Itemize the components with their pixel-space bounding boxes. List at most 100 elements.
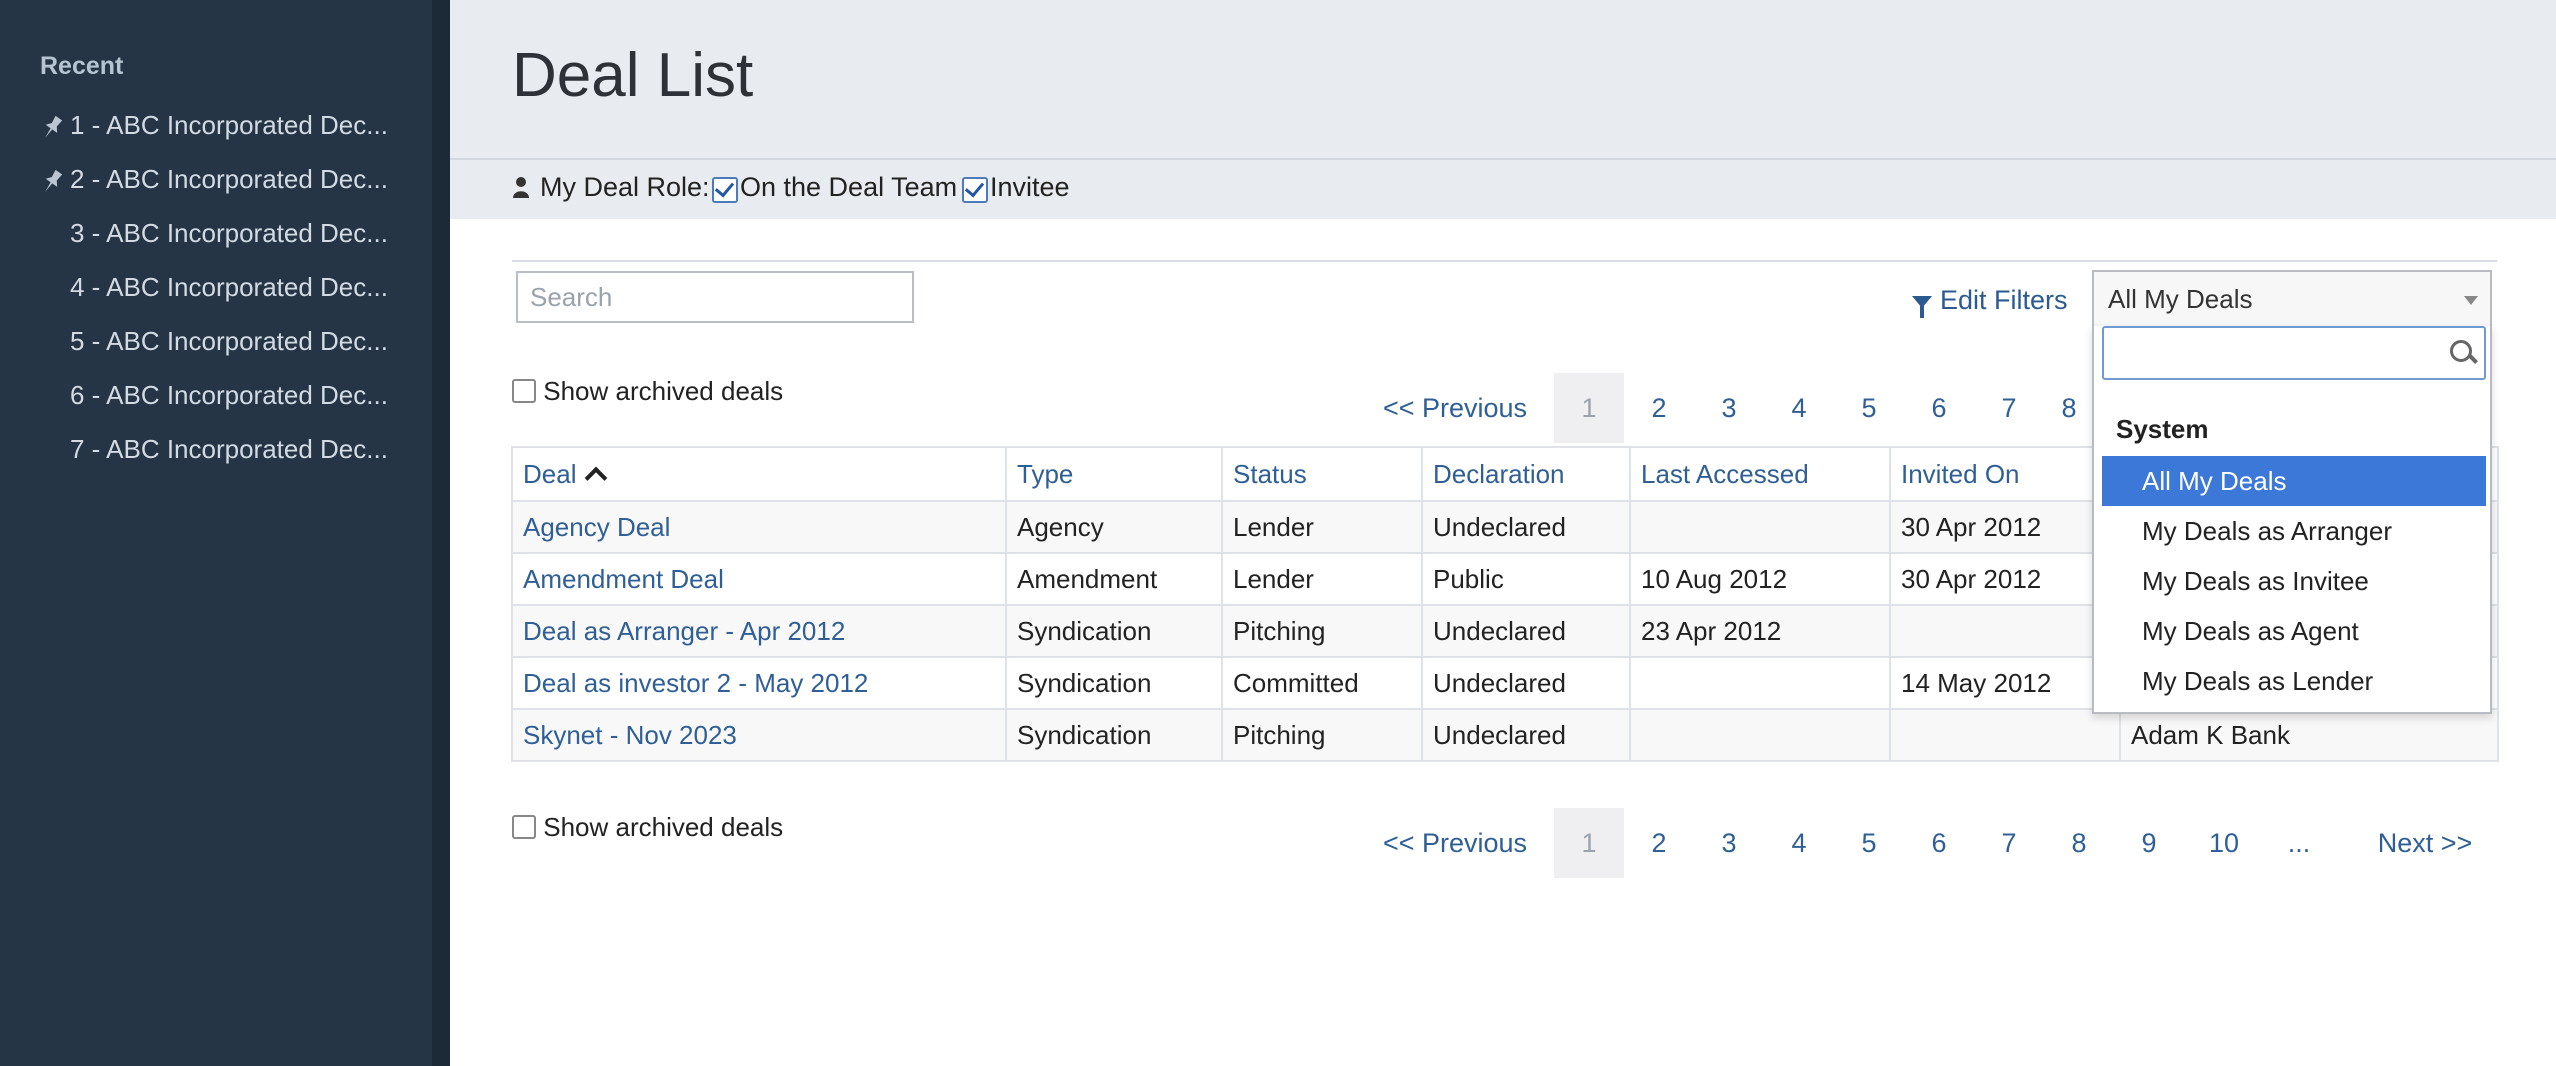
recent-item-label: 4 - ABC Incorporated Dec...: [70, 272, 388, 302]
deal-link[interactable]: Amendment Deal: [511, 552, 1007, 606]
deal-view-selected: All My Deals: [2108, 284, 2253, 314]
sidebar-edge: [432, 0, 450, 1066]
dropdown-option-lender[interactable]: My Deals as Lender: [2102, 656, 2486, 706]
prev-page-link[interactable]: << Previous: [1380, 373, 1530, 443]
dropdown-group-label: System: [2116, 414, 2209, 444]
recent-item-3[interactable]: 3 - ABC Incorporated Dec...: [40, 218, 420, 258]
page-link-7[interactable]: 7: [1974, 808, 2044, 878]
recent-item-label: 2 - ABC Incorporated Dec...: [70, 164, 388, 194]
search-input[interactable]: [516, 271, 914, 323]
recent-item-2[interactable]: 2 - ABC Incorporated Dec...: [40, 164, 420, 204]
deal-link[interactable]: Deal as Arranger - Apr 2012: [511, 604, 1007, 658]
status-cell: Committed: [1221, 656, 1423, 710]
deal-view-select[interactable]: All My Deals: [2092, 270, 2492, 326]
status-cell: Lender: [1221, 500, 1423, 554]
show-archived-checkbox[interactable]: [512, 815, 536, 839]
pagination-ellipsis: ...: [2287, 828, 2311, 858]
status-cell: Pitching: [1221, 708, 1423, 762]
column-header-last-accessed[interactable]: Last Accessed: [1629, 446, 1891, 502]
edit-filters-button[interactable]: Edit Filters: [1912, 285, 2068, 318]
page-link-10[interactable]: 10: [2184, 808, 2264, 878]
dropdown-option-agent[interactable]: My Deals as Agent: [2102, 606, 2486, 656]
page-link-3[interactable]: 3: [1694, 808, 1764, 878]
filter-icon: [1912, 295, 1932, 318]
search-icon: [2450, 340, 2472, 362]
recent-item-4[interactable]: 4 - ABC Incorporated Dec...: [40, 272, 420, 312]
invitee-label: Invitee: [990, 172, 1070, 202]
column-header-type[interactable]: Type: [1005, 446, 1223, 502]
header-divider: [450, 158, 2556, 160]
show-archived-checkbox[interactable]: [512, 379, 536, 403]
dropdown-option-all-my-deals[interactable]: All My Deals: [2102, 456, 2486, 506]
page-link-6[interactable]: 6: [1904, 373, 1974, 443]
deal-link[interactable]: Skynet - Nov 2023: [511, 708, 1007, 762]
declaration-cell: Undeclared: [1421, 500, 1631, 554]
prev-page-link[interactable]: << Previous: [1380, 808, 1530, 878]
page-link-1[interactable]: 1: [1554, 808, 1624, 878]
next-page-link[interactable]: Next >>: [2360, 808, 2490, 878]
dropdown-option-invitee[interactable]: My Deals as Invitee: [2102, 556, 2486, 606]
type-cell: Agency: [1005, 500, 1223, 554]
recent-item-label: 7 - ABC Incorporated Dec...: [70, 434, 388, 464]
page-link-9[interactable]: 9: [2114, 808, 2184, 878]
dropdown-search-input[interactable]: [2102, 326, 2486, 380]
page-link-8[interactable]: 8: [2044, 808, 2114, 878]
show-archived-label: Show archived deals: [543, 812, 784, 842]
sort-ascending-icon: [585, 466, 608, 489]
page-link-7[interactable]: 7: [1974, 373, 2044, 443]
last-accessed-cell: [1629, 656, 1891, 710]
user-icon: [513, 177, 529, 198]
last-accessed-cell: [1629, 500, 1891, 554]
recent-item-1[interactable]: 1 - ABC Incorporated Dec...: [40, 110, 420, 150]
recent-item-7[interactable]: 7 - ABC Incorporated Dec...: [40, 434, 420, 474]
show-archived-label: Show archived deals: [543, 376, 784, 406]
edit-filters-label: Edit Filters: [1940, 285, 2068, 315]
recent-heading: Recent: [40, 52, 124, 80]
type-cell: Syndication: [1005, 604, 1223, 658]
status-cell: Pitching: [1221, 604, 1423, 658]
page-link-6[interactable]: 6: [1904, 808, 1974, 878]
invited-on-cell: 30 Apr 2012: [1889, 552, 2121, 606]
declaration-cell: Public: [1421, 552, 1631, 606]
page-link-3[interactable]: 3: [1694, 373, 1764, 443]
column-header-declaration[interactable]: Declaration: [1421, 446, 1631, 502]
status-cell: Lender: [1221, 552, 1423, 606]
declaration-cell: Undeclared: [1421, 708, 1631, 762]
invited-on-cell: [1889, 708, 2121, 762]
recent-item-label: 3 - ABC Incorporated Dec...: [70, 218, 388, 248]
invited-on-cell: [1889, 604, 2121, 658]
recent-item-5[interactable]: 5 - ABC Incorporated Dec...: [40, 326, 420, 366]
recent-item-label: 1 - ABC Incorporated Dec...: [70, 110, 388, 140]
toolbar-divider: [512, 260, 2497, 262]
page-link-5[interactable]: 5: [1834, 808, 1904, 878]
declaration-cell: Undeclared: [1421, 604, 1631, 658]
column-header-invited-on[interactable]: Invited On: [1889, 446, 2121, 502]
invited-on-cell: 30 Apr 2012: [1889, 500, 2121, 554]
page-link-2[interactable]: 2: [1624, 373, 1694, 443]
declaration-cell: Undeclared: [1421, 656, 1631, 710]
page-link-8[interactable]: 8: [2044, 373, 2094, 443]
recent-item-label: 5 - ABC Incorporated Dec...: [70, 326, 388, 356]
page-link-1[interactable]: 1: [1554, 373, 1624, 443]
page-title: Deal List: [512, 41, 754, 110]
page-link-4[interactable]: 4: [1764, 808, 1834, 878]
dropdown-option-arranger[interactable]: My Deals as Arranger: [2102, 506, 2486, 556]
show-archived-top: Show archived deals: [512, 376, 783, 407]
recent-item-6[interactable]: 6 - ABC Incorporated Dec...: [40, 380, 420, 420]
show-archived-bottom: Show archived deals: [512, 812, 783, 843]
page-link-5[interactable]: 5: [1834, 373, 1904, 443]
pagination-bottom: << Previous 1 2 3 4 5 6 7 8 9 10 ... Nex…: [1380, 808, 2498, 878]
invitee-checkbox[interactable]: [962, 177, 988, 203]
chevron-down-icon: [2464, 296, 2478, 305]
deal-link[interactable]: Agency Deal: [511, 500, 1007, 554]
type-cell: Syndication: [1005, 708, 1223, 762]
extra-cell: Adam K Bank: [2119, 708, 2499, 762]
page-link-4[interactable]: 4: [1764, 373, 1834, 443]
type-cell: Syndication: [1005, 656, 1223, 710]
column-header-deal[interactable]: Deal: [511, 446, 1007, 502]
page-link-2[interactable]: 2: [1624, 808, 1694, 878]
on-deal-team-checkbox[interactable]: [712, 177, 738, 203]
deal-link[interactable]: Deal as investor 2 - May 2012: [511, 656, 1007, 710]
column-header-label: Deal: [523, 458, 577, 489]
column-header-status[interactable]: Status: [1221, 446, 1423, 502]
